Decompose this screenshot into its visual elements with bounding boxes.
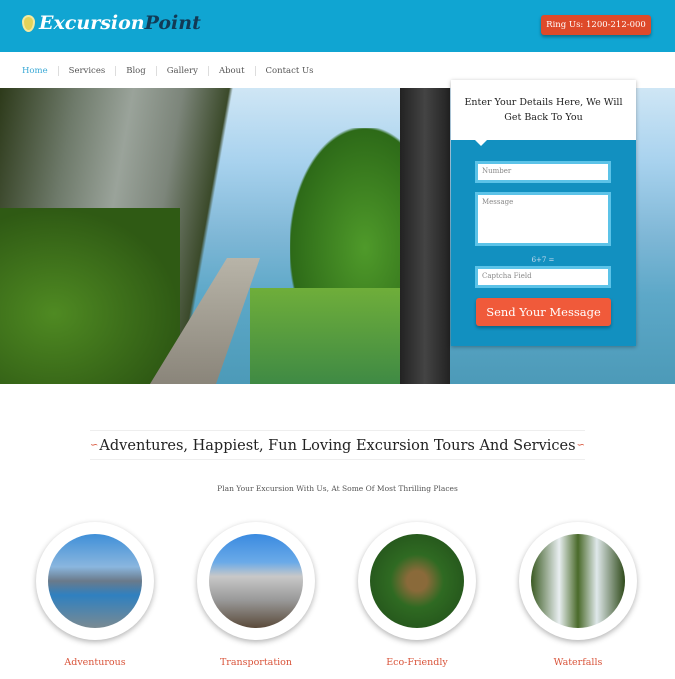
feature-image (48, 534, 142, 628)
logo-text: ExcursionPoint (39, 12, 201, 34)
section-subheading: Plan Your Excursion With Us, At Some Of … (217, 484, 458, 493)
feature-image (370, 534, 464, 628)
captcha-question: 6+7 = (531, 256, 555, 264)
ornament-icon: ∽ (90, 440, 99, 451)
form-title: Enter Your Details Here, We Will Get Bac… (451, 80, 636, 146)
number-input[interactable]: Number (475, 161, 611, 183)
captcha-input[interactable]: Captcha Field (475, 266, 611, 288)
feature-label: Transportation (219, 657, 293, 668)
nav-contact[interactable]: Contact Us (254, 66, 324, 76)
send-message-button[interactable]: Send Your Message (476, 298, 611, 326)
feature-waterfalls[interactable]: Waterfalls (519, 522, 637, 668)
feature-eco-friendly[interactable]: Eco-Friendly (358, 522, 476, 668)
contact-form: Enter Your Details Here, We Will Get Bac… (451, 80, 636, 346)
nav-home[interactable]: Home (22, 66, 58, 76)
nav-gallery[interactable]: Gallery (155, 66, 208, 76)
feature-label: Adventurous (64, 657, 126, 668)
phone-button[interactable]: Ring Us: 1200-212-000 (541, 15, 651, 35)
feature-label: Eco-Friendly (386, 657, 448, 668)
map-pin-icon (22, 14, 35, 32)
nav-services[interactable]: Services (57, 66, 116, 76)
nav-about[interactable]: About (207, 66, 255, 76)
nav-blog[interactable]: Blog (115, 66, 156, 76)
top-bar: ExcursionPoint Ring Us: 1200-212-000 (0, 0, 675, 52)
feature-transportation[interactable]: Transportation (197, 522, 315, 668)
main-nav: Home Services Blog Gallery About Contact… (22, 66, 324, 76)
ornament-icon: ∽ (576, 440, 585, 451)
section-heading: ∽ Adventures, Happiest, Fun Loving Excur… (90, 430, 585, 460)
logo[interactable]: ExcursionPoint (22, 12, 201, 34)
feature-image (531, 534, 625, 628)
feature-adventurous[interactable]: Adventurous (36, 522, 154, 668)
message-input[interactable]: Message (475, 192, 611, 246)
feature-label: Waterfalls (553, 657, 603, 668)
feature-image (209, 534, 303, 628)
